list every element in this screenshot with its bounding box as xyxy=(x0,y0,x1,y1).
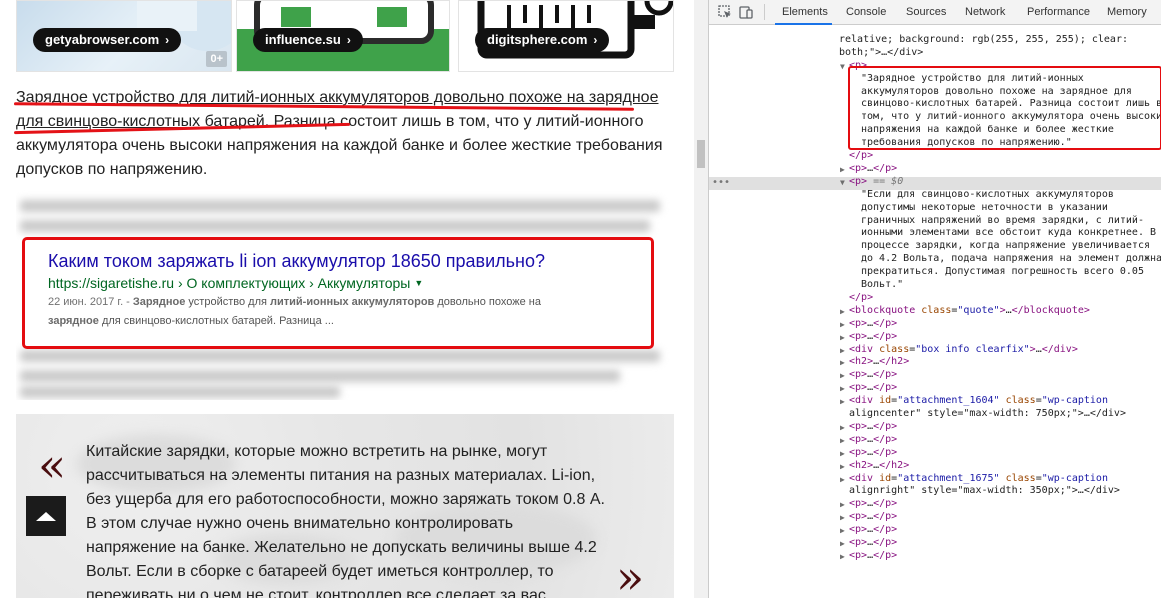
dom-line[interactable]: ионными элементами все обстоит куда конк… xyxy=(861,227,1156,240)
dom-line[interactable]: граничных напряжений во время зарядки, с… xyxy=(861,215,1144,228)
dom-line[interactable]: Вольт." xyxy=(861,279,903,292)
dom-line[interactable]: <p>…</p> xyxy=(849,382,897,395)
expand-right-icon[interactable]: ▶ xyxy=(840,383,845,396)
red-highlight-box xyxy=(848,66,1161,150)
devtools-panel: Elements Console Sources Network Perform… xyxy=(708,0,1161,598)
dom-line[interactable]: прекратиться. Допустимая погрешность все… xyxy=(861,266,1144,279)
expand-right-icon[interactable]: ▶ xyxy=(840,319,845,332)
expand-right-icon[interactable]: ▶ xyxy=(840,525,845,538)
related-card-digitsphere[interactable]: digitsphere.com › xyxy=(458,0,674,72)
expand-right-icon[interactable]: ▶ xyxy=(840,422,845,435)
dom-line[interactable]: aligncenter" style="max-width: 750px;">…… xyxy=(849,408,1126,421)
expand-right-icon[interactable]: ▶ xyxy=(840,435,845,448)
related-card-getyabrowser[interactable]: getyabrowser.com › 0+ xyxy=(16,0,232,72)
dom-line[interactable]: <p>…</p> xyxy=(849,434,897,447)
devtools-toolbar: Elements Console Sources Network Perform… xyxy=(709,0,1161,25)
card-label-influence: influence.su › xyxy=(253,28,363,52)
dom-line[interactable]: relative; background: rgb(255, 255, 255)… xyxy=(839,34,1128,47)
more-options-icon[interactable]: ••• xyxy=(712,177,730,190)
expand-right-icon[interactable]: ▶ xyxy=(840,357,845,370)
quote-close-icon: » xyxy=(616,550,645,598)
quote-open-icon: « xyxy=(38,438,67,492)
snippet-url[interactable]: https://sigaretishe.ru › О комплектующих… xyxy=(48,275,423,291)
count-badge: 0+ xyxy=(206,51,227,67)
dom-line[interactable]: <p>…</p> xyxy=(849,369,897,382)
expand-right-icon[interactable]: ▶ xyxy=(840,396,845,409)
device-toolbar-icon[interactable] xyxy=(739,5,753,19)
expand-right-icon[interactable]: ▶ xyxy=(840,164,845,177)
tab-console[interactable]: Console xyxy=(846,6,886,18)
dom-line[interactable]: допустимы некоторые неточности в указани… xyxy=(861,202,1108,215)
dom-line[interactable]: <p>…</p> xyxy=(849,550,897,563)
quote-text: Китайские зарядки, которые можно встрети… xyxy=(86,443,605,598)
dom-line[interactable]: "Если для свинцово-кислотных аккумулятор… xyxy=(861,189,1114,202)
expand-right-icon[interactable]: ▶ xyxy=(840,306,845,319)
dom-line[interactable]: до 4.2 Вольта, подача напряжения на элем… xyxy=(861,253,1161,266)
article-paragraph: Зарядное устройство для литий-ионных акк… xyxy=(16,86,672,182)
dom-line[interactable]: <div class="box info clearfix">…</div> xyxy=(849,344,1078,357)
expand-right-icon[interactable]: ▶ xyxy=(840,499,845,512)
snippet-text: 22 июн. 2017 г. - Зарядное устройство дл… xyxy=(48,296,541,327)
tab-elements[interactable]: Elements xyxy=(782,6,828,18)
arrow-up-icon xyxy=(36,511,56,521)
dom-line[interactable]: <p>…</p> xyxy=(849,421,897,434)
dom-tree: ••• style="position: relative; height: 1… xyxy=(709,25,1161,598)
dom-line[interactable]: <p>…</p> xyxy=(849,537,897,550)
dom-line[interactable]: <h2>…</h2> xyxy=(849,460,909,473)
expand-right-icon[interactable]: ▶ xyxy=(840,461,845,474)
dom-line[interactable]: <p>…</p> xyxy=(849,447,897,460)
tab-performance[interactable]: Performance xyxy=(1027,6,1090,18)
dom-line[interactable]: процессе зарядки, когда напряжение увели… xyxy=(861,240,1150,253)
tab-sources[interactable]: Sources xyxy=(906,6,946,18)
expand-right-icon[interactable]: ▶ xyxy=(840,345,845,358)
scroll-to-top-button[interactable] xyxy=(26,496,66,536)
dom-line[interactable]: </p> xyxy=(849,150,873,163)
dom-line[interactable]: <div id="attachment_1604" class="wp-capt… xyxy=(849,395,1108,408)
dom-line[interactable]: <p>…</p> xyxy=(849,498,897,511)
dom-line[interactable]: <h2>…</h2> xyxy=(849,356,909,369)
search-result-snippet: Каким током заряжать li ion аккумулятор … xyxy=(22,237,654,349)
card-label-digitsphere: digitsphere.com › xyxy=(475,28,610,52)
page-scrollbar[interactable] xyxy=(694,0,708,598)
tab-memory[interactable]: Memory xyxy=(1107,6,1147,18)
expand-down-icon[interactable]: ▼ xyxy=(840,177,845,190)
card-label-getyabrowser: getyabrowser.com › xyxy=(33,28,182,52)
expand-right-icon[interactable]: ▶ xyxy=(840,448,845,461)
snippet-title-link[interactable]: Каким током заряжать li ion аккумулятор … xyxy=(48,251,545,272)
dom-line[interactable]: <p>…</p> xyxy=(849,318,897,331)
inspect-element-icon[interactable] xyxy=(718,5,732,19)
expand-right-icon[interactable]: ▶ xyxy=(840,512,845,525)
page-scrollbar-thumb[interactable] xyxy=(697,140,705,168)
quote-block: « Китайские зарядки, которые можно встре… xyxy=(16,414,674,598)
dom-line[interactable]: <blockquote class="quote">…</blockquote> xyxy=(849,305,1090,318)
dom-line[interactable]: <p>…</p> xyxy=(849,511,897,524)
expand-right-icon[interactable]: ▶ xyxy=(840,332,845,345)
dom-line[interactable]: </p> xyxy=(849,292,873,305)
dom-line[interactable]: <p>…</p> xyxy=(849,163,897,176)
dom-line[interactable]: <div id="attachment_1675" class="wp-capt… xyxy=(849,473,1108,486)
dom-line[interactable]: both;">…</div> xyxy=(839,47,923,60)
dom-line[interactable]: <p>…</p> xyxy=(849,331,897,344)
dom-line[interactable]: <p> == $0 xyxy=(849,176,903,189)
expand-right-icon[interactable]: ▶ xyxy=(840,370,845,383)
expand-right-icon[interactable]: ▶ xyxy=(840,474,845,487)
tab-network[interactable]: Network xyxy=(965,6,1005,18)
dom-line[interactable]: alignright" style="max-width: 350px;">…<… xyxy=(849,485,1120,498)
dom-line[interactable]: <p>…</p> xyxy=(849,524,897,537)
related-card-influence[interactable]: influence.su › xyxy=(236,0,450,72)
expand-right-icon[interactable]: ▶ xyxy=(840,551,845,564)
url-dropdown-icon[interactable]: ▼ xyxy=(414,278,423,288)
expand-down-icon[interactable]: ▼ xyxy=(840,61,845,74)
expand-right-icon[interactable]: ▶ xyxy=(840,538,845,551)
web-page-viewport: getyabrowser.com › 0+ influence.su › dig… xyxy=(0,0,694,598)
